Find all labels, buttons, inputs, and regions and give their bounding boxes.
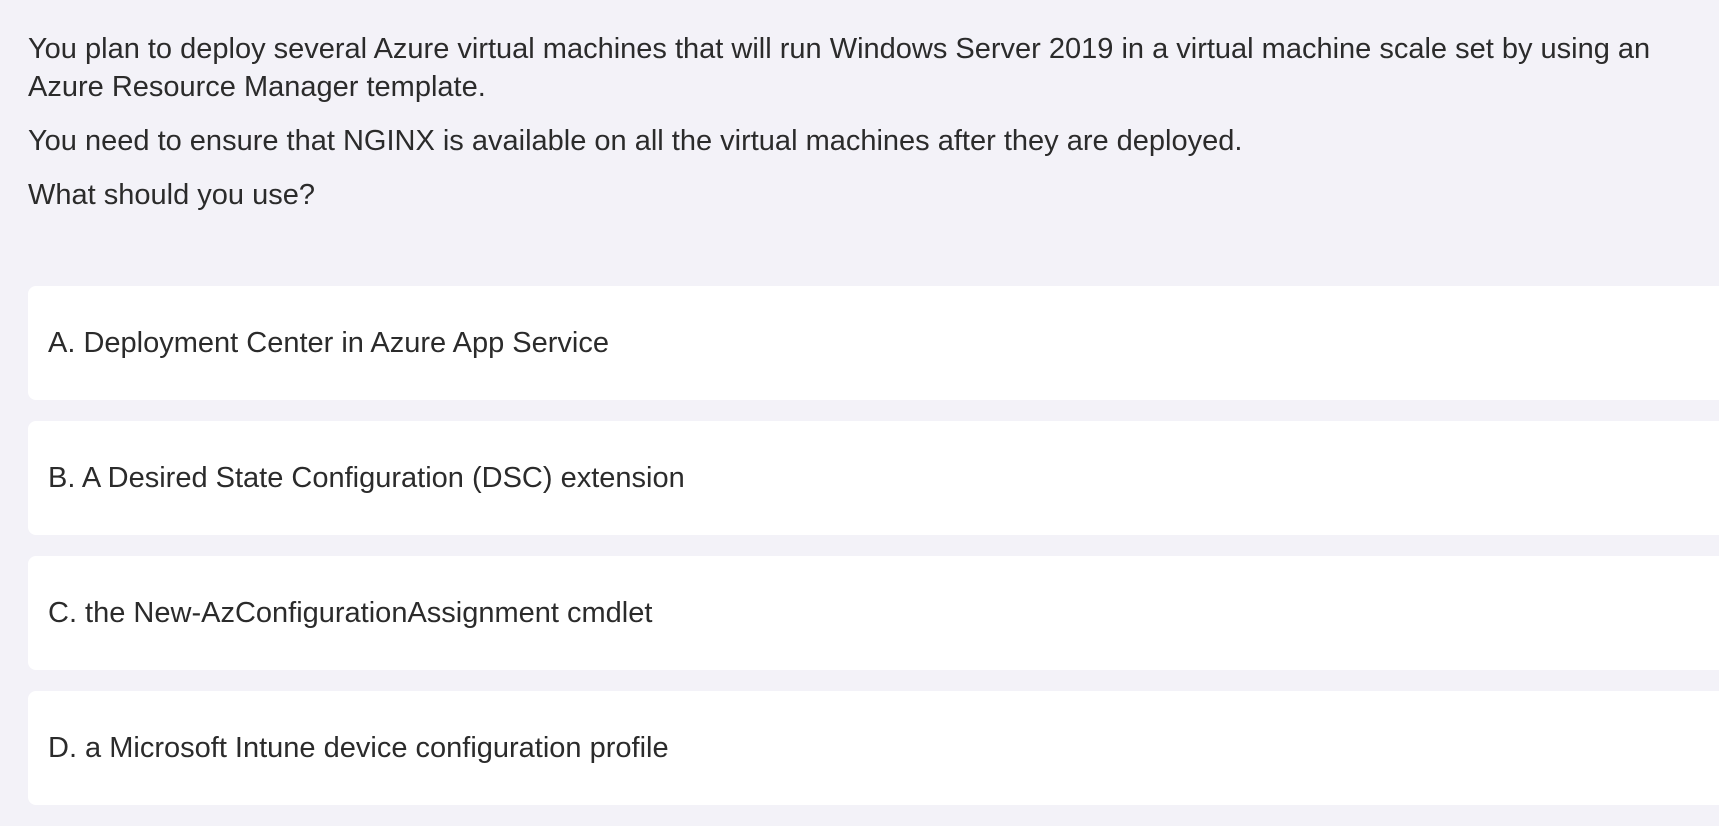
- option-a[interactable]: A. Deployment Center in Azure App Servic…: [28, 286, 1719, 400]
- option-label: B. A Desired State Configuration (DSC) e…: [48, 462, 685, 494]
- option-d[interactable]: D. a Microsoft Intune device configurati…: [28, 691, 1719, 805]
- option-label: C. the New-AzConfigurationAssignment cmd…: [48, 597, 653, 629]
- option-b[interactable]: B. A Desired State Configuration (DSC) e…: [28, 421, 1719, 535]
- option-label: D. a Microsoft Intune device configurati…: [48, 732, 669, 764]
- question-prompt: What should you use?: [28, 179, 315, 211]
- option-label: A. Deployment Center in Azure App Servic…: [48, 327, 609, 359]
- question-paragraph: You plan to deploy several Azure virtual…: [28, 33, 1651, 103]
- question-text: You plan to deploy several Azure virtual…: [28, 30, 1708, 230]
- answer-options: A. Deployment Center in Azure App Servic…: [28, 286, 1719, 826]
- question-paragraph: You need to ensure that NGINX is availab…: [28, 125, 1243, 157]
- option-c[interactable]: C. the New-AzConfigurationAssignment cmd…: [28, 556, 1719, 670]
